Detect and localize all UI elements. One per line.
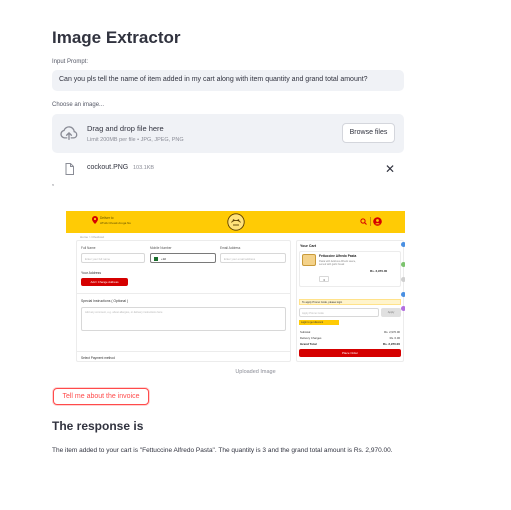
file-name: cockout.PNG <box>87 164 129 171</box>
prompt-label: Input Prompt: <box>52 59 89 65</box>
cart-item-name: Fettuccine Alfredo Pasta <box>319 254 357 258</box>
file-size: 103.1KB <box>133 165 155 171</box>
floating-action-dot <box>401 262 405 267</box>
response-heading: The response is <box>52 419 144 433</box>
uploaded-file-row: cockout.PNG 103.1KB ✕ <box>52 160 404 180</box>
floating-action-dot <box>401 242 405 247</box>
payment-method-label: Select Payment method <box>81 356 115 360</box>
panel-divider <box>77 293 290 294</box>
place-order-button[interactable]: Place Order <box>299 349 401 357</box>
location-pin-icon <box>92 216 98 224</box>
header-divider <box>370 217 371 226</box>
breadcrumb: Home > Checkout <box>80 235 105 239</box>
floating-action-dot <box>401 277 405 282</box>
delivery-charges-label: Delivery Charges <box>300 336 322 340</box>
mobile-number-field[interactable]: +92 <box>150 253 216 263</box>
cart-panel: Your Cart Fettuccine Alfredo Pasta Pasta… <box>296 240 404 362</box>
pasta-image <box>302 254 316 266</box>
image-caption: Uploaded Image <box>235 369 276 375</box>
promo-login-notice: To apply Promo Code, please login <box>299 299 401 305</box>
response-text: The item added to your cart is "Fettucci… <box>52 447 393 454</box>
grand-total-value: Rs. 2,970.00 <box>382 342 400 346</box>
cart-item-quantity: 3 <box>323 278 325 282</box>
full-name-label: Full Name <box>81 246 96 250</box>
instructions-label: Special Instructions ( Optional ) <box>81 299 129 303</box>
stray-character: , <box>52 180 54 187</box>
tell-me-about-invoice-button[interactable]: Tell me about the invoice <box>53 388 149 405</box>
user-icon[interactable] <box>373 217 382 226</box>
subtotal-label: Subtotal <box>300 330 311 334</box>
promo-code-field[interactable]: Apply Promo Code <box>299 308 379 317</box>
file-icon <box>65 163 74 175</box>
browse-files-button[interactable]: Browse files <box>342 123 395 143</box>
grand-total-label: Grand Total <box>300 342 317 346</box>
cart-item-description: Pasta with delicious Alfredo sauce, serv… <box>319 260 356 266</box>
delivery-location-line-2: ATHA Chowk Aroga Nu <box>100 221 131 225</box>
uploader-label: Choose an image... <box>52 102 105 108</box>
instructions-textarea[interactable]: Add any comment, e.g. about allergies, o… <box>81 307 286 331</box>
cart-item-card: Fettuccine Alfredo Pasta Pasta with deli… <box>299 251 401 287</box>
floating-action-dot <box>401 306 405 311</box>
checkout-form-panel: Full Name Enter your full name Mobile Nu… <box>76 240 291 362</box>
flag-icon <box>153 256 158 261</box>
quantity-stepper[interactable]: 3 <box>319 276 329 282</box>
file-dropzone[interactable]: Drag and drop file here Limit 200MB per … <box>52 114 404 153</box>
remove-file-close-icon[interactable]: ✕ <box>385 162 395 176</box>
promo-discount-note: Login to get discount <box>299 320 339 325</box>
add-address-button[interactable]: Add / Change Address <box>81 278 128 286</box>
mobile-country-code: +92 <box>161 256 167 261</box>
dropzone-limit-text: Limit 200MB per file • JPG, JPEG, PNG <box>87 137 184 143</box>
apply-promo-button[interactable]: Apply <box>381 308 401 317</box>
search-icon[interactable] <box>360 218 367 225</box>
uploaded-image: Deliver to ATHA Chowk Aroga Nu Home > Ch… <box>66 211 405 362</box>
email-field[interactable]: Enter your email address <box>220 253 286 263</box>
full-name-field[interactable]: Enter your full name <box>81 253 145 263</box>
delivery-charges-value: Rs. 0.00 <box>389 336 400 340</box>
email-label: Email Address <box>220 246 241 250</box>
restaurant-logo <box>227 213 245 231</box>
panel-divider <box>77 351 290 352</box>
subtotal-value: Rs. 2,970.00 <box>384 330 400 334</box>
cart-item-price: Rs. 2,970.00 <box>370 269 388 273</box>
floating-action-dot <box>401 292 405 297</box>
dropzone-instructions: Drag and drop file here <box>87 124 164 133</box>
delivery-location-line-1: Deliver to <box>100 216 114 220</box>
page-title: Image Extractor <box>52 28 181 47</box>
prompt-input[interactable]: Can you pls tell the name of item added … <box>52 70 404 91</box>
address-label: Your Address <box>81 271 102 275</box>
cloud-upload-icon <box>60 126 78 141</box>
cart-title: Your Cart <box>300 244 317 248</box>
mobile-number-label: Mobile Number <box>150 246 172 250</box>
